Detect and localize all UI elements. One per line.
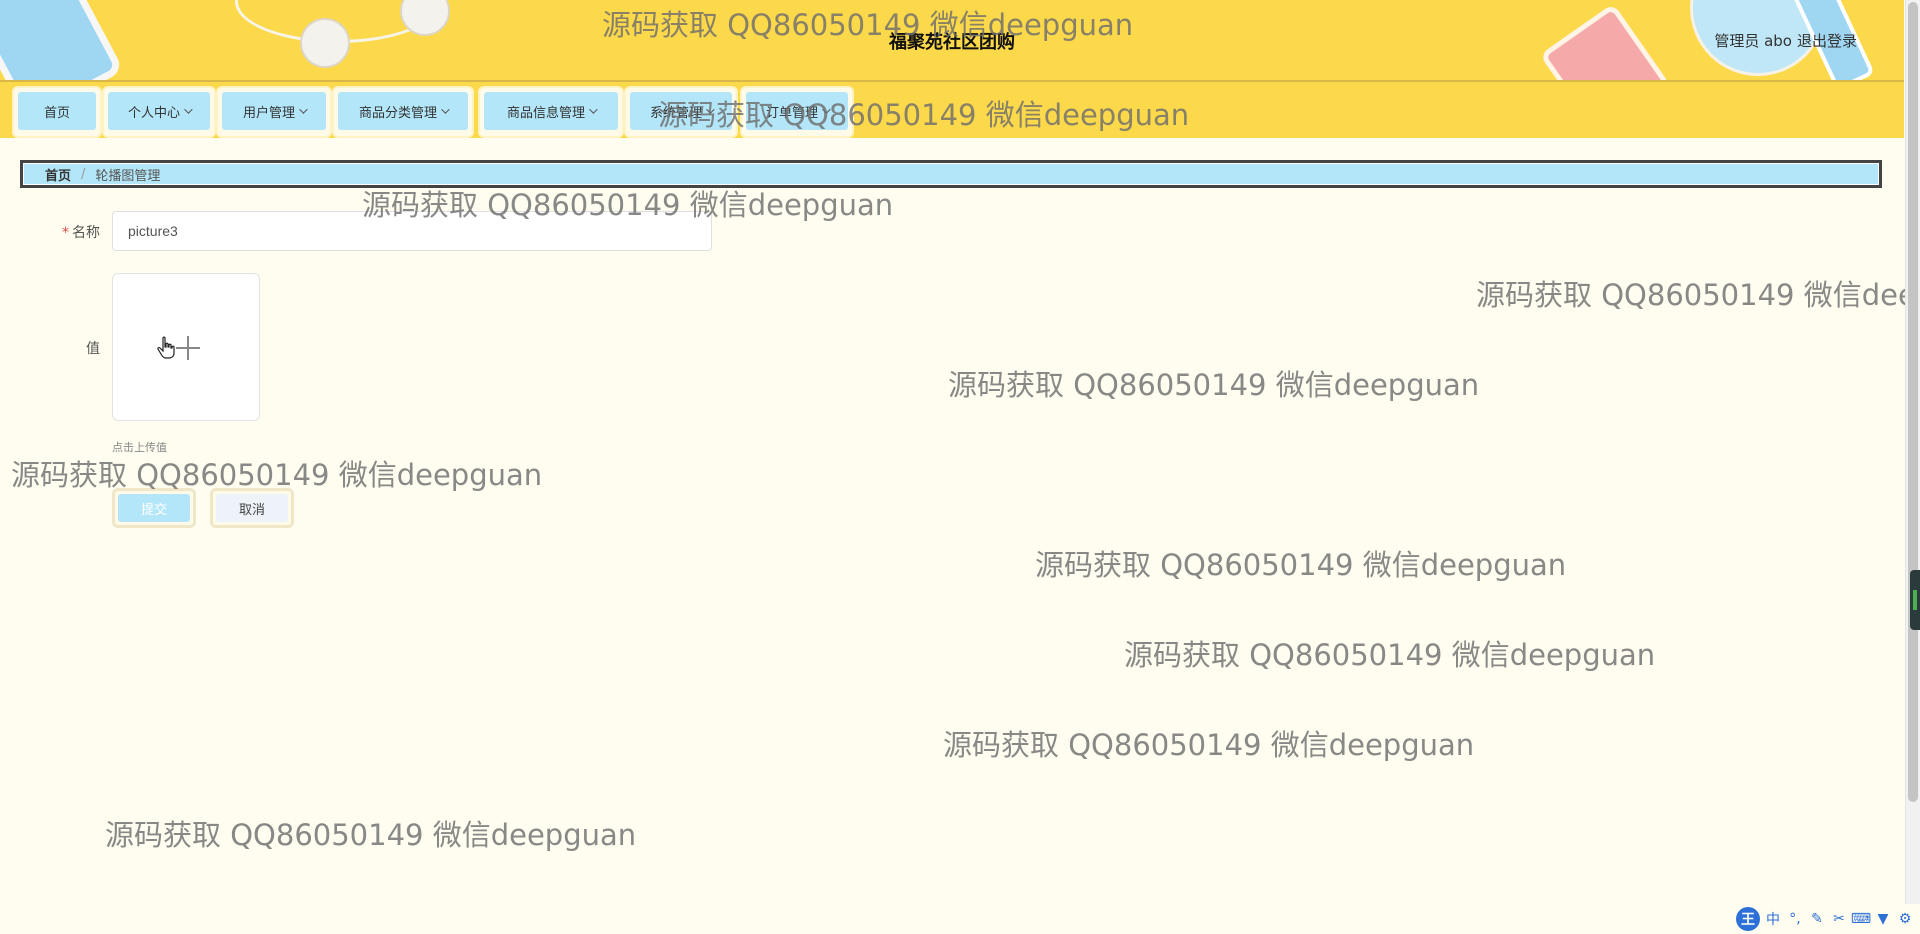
nav-item-label: 商品信息管理	[506, 105, 585, 121]
side-panel-tab[interactable]	[1910, 570, 1920, 630]
required-mark: *	[62, 225, 69, 241]
chevron-down-icon	[184, 105, 193, 114]
scrollbar-thumb[interactable]	[1908, 2, 1918, 802]
ime-toolbar: 王 中 °, ✎ ✂ ⌨ ▼ ⚙	[1732, 904, 1920, 934]
image-upload-box[interactable]	[112, 273, 260, 421]
breadcrumb-home[interactable]: 首页	[45, 165, 71, 184]
submit-button[interactable]: 提交	[112, 488, 196, 528]
ime-language-toggle[interactable]: 中	[1764, 910, 1782, 928]
nav-item-user-management[interactable]: 用户管理	[216, 86, 332, 138]
current-user-label: 管理员 abo	[1714, 32, 1792, 50]
watermark: 源码获取 QQ86050149 微信deepguan	[1124, 638, 1656, 672]
name-input[interactable]	[112, 211, 712, 251]
ime-logo[interactable]: 王	[1736, 907, 1760, 931]
value-field-label: 值	[86, 341, 100, 357]
cancel-button[interactable]: 取消	[210, 488, 294, 528]
chevron-down-icon	[706, 105, 715, 114]
nav-item-order-management[interactable]: 订单管理	[740, 86, 854, 138]
cancel-button-label: 取消	[216, 494, 288, 522]
nav-item-label: 商品分类管理	[358, 105, 437, 121]
plus-icon-vertical	[187, 336, 189, 360]
main-nav: 首页 个人中心 用户管理 商品分类管理 商品信息管理 系统管理 订单管理	[0, 82, 1904, 138]
breadcrumb-separator: /	[81, 166, 86, 182]
nav-item-label: 个人中心	[127, 105, 180, 121]
hand-cursor-icon	[157, 336, 175, 359]
scissors-icon[interactable]: ✂	[1830, 910, 1848, 928]
watermark: 源码获取 QQ86050149 微信deepguan	[1035, 548, 1567, 582]
chevron-down-icon	[822, 105, 831, 114]
chevron-down-icon	[441, 105, 450, 114]
nav-item-system-management[interactable]: 系统管理	[624, 86, 738, 138]
watermark: 源码获取 QQ86050149 微信deepguan	[943, 728, 1475, 762]
watermark: 源码获取 QQ86050149 微信deepguan	[105, 818, 637, 852]
punctuation-icon[interactable]: °,	[1786, 910, 1804, 928]
shirt-icon[interactable]: ▼	[1874, 910, 1892, 928]
nav-item-personal-center[interactable]: 个人中心	[102, 86, 216, 138]
nav-item-label: 系统管理	[649, 105, 702, 121]
breadcrumb-current: 轮播图管理	[95, 168, 161, 184]
logout-link[interactable]: 退出登录	[1797, 30, 1857, 51]
chevron-down-icon	[299, 105, 308, 114]
keyboard-icon[interactable]: ⌨	[1851, 910, 1871, 928]
upload-tip: 点击上传值	[112, 441, 167, 454]
watermark: 源码获取 QQ86050149 微信deepguan	[948, 368, 1480, 402]
watermark: 源码获取 QQ86050149 微信deepguan	[1476, 278, 1920, 312]
gear-icon[interactable]: ⚙	[1896, 910, 1914, 928]
pen-icon[interactable]: ✎	[1808, 910, 1826, 928]
name-field-label: * 名称	[20, 222, 100, 242]
nav-item-product-management[interactable]: 商品信息管理	[478, 86, 624, 138]
top-header: 福聚苑社区团购 管理员 abo 退出登录	[0, 0, 1904, 82]
name-label-text: 名称	[72, 225, 100, 241]
breadcrumb: 首页 / 轮播图管理	[20, 160, 1882, 188]
nav-item-home[interactable]: 首页	[12, 86, 102, 138]
nav-item-label: 用户管理	[242, 105, 295, 121]
site-title: 福聚苑社区团购	[889, 32, 1015, 53]
nav-item-label: 首页	[43, 105, 70, 121]
chevron-down-icon	[589, 105, 598, 114]
vertical-scrollbar[interactable]	[1905, 0, 1920, 934]
submit-button-label: 提交	[118, 494, 190, 522]
nav-item-label: 订单管理	[765, 105, 818, 121]
nav-item-category-management[interactable]: 商品分类管理	[332, 86, 474, 138]
